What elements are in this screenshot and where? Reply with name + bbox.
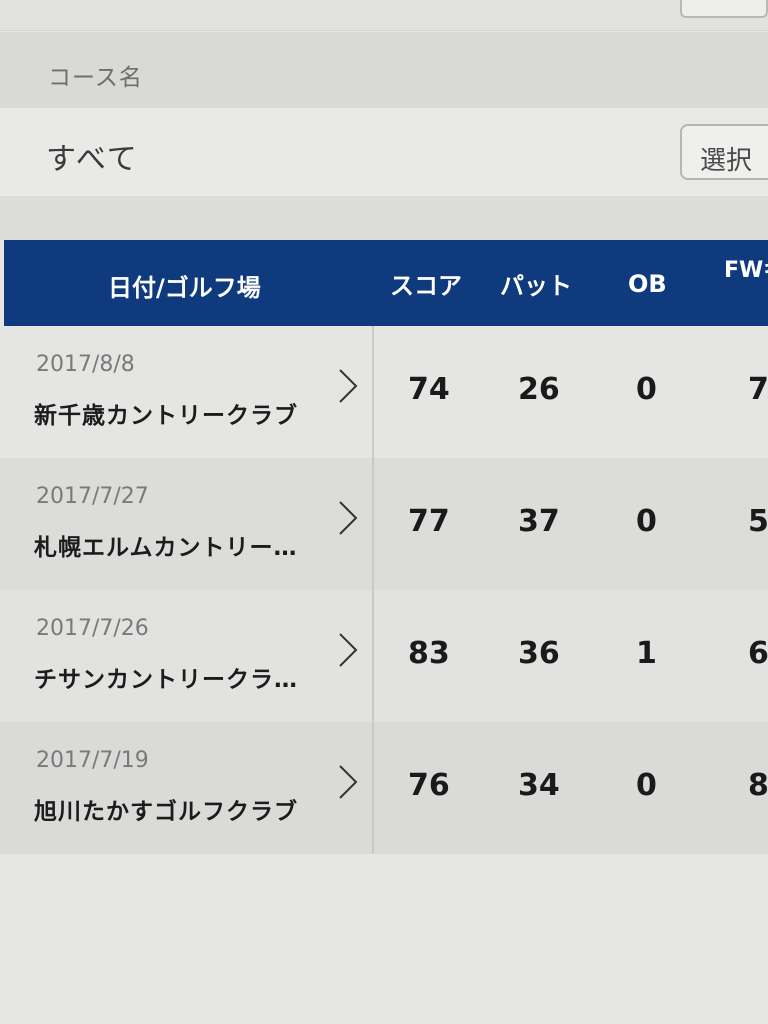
previous-filter-row bbox=[0, 0, 768, 31]
round-score: 83 bbox=[408, 636, 450, 671]
round-putt: 26 bbox=[518, 372, 560, 407]
round-date: 2017/7/27 bbox=[36, 484, 149, 509]
table-row[interactable]: 2017/7/19 旭川たかすゴルフクラブ 76 34 0 8 bbox=[0, 722, 768, 855]
previous-select-button[interactable] bbox=[680, 0, 768, 18]
chevron-right-icon[interactable] bbox=[330, 630, 364, 670]
header-date-course[interactable]: 日付/ゴルフ場 bbox=[108, 268, 261, 303]
round-score: 76 bbox=[408, 768, 450, 803]
golf-score-list-screen: コース名 すべて 選択 日付/ゴルフ場 スコア パット OB FWキープ率 20… bbox=[0, 0, 768, 1024]
round-putt: 36 bbox=[518, 636, 560, 671]
round-ob: 1 bbox=[636, 636, 657, 671]
course-filter-value: すべて bbox=[46, 142, 139, 177]
round-ob: 0 bbox=[636, 768, 657, 803]
header-score[interactable]: スコア bbox=[390, 266, 462, 301]
round-score: 74 bbox=[408, 372, 450, 407]
table-header: 日付/ゴルフ場 スコア パット OB FWキープ率 bbox=[4, 240, 768, 326]
table-row[interactable]: 2017/7/27 札幌エルムカントリー… 77 37 0 5 bbox=[0, 458, 768, 591]
table-row[interactable]: 2017/7/26 チサンカントリークラ… 83 36 1 6 bbox=[0, 590, 768, 723]
chevron-right-icon[interactable] bbox=[330, 498, 364, 538]
section-spacer bbox=[0, 196, 768, 240]
round-ob: 0 bbox=[636, 372, 657, 407]
round-fw: 5 bbox=[748, 504, 768, 539]
round-putt: 37 bbox=[518, 504, 560, 539]
empty-area bbox=[0, 854, 768, 1024]
round-date: 2017/7/19 bbox=[36, 748, 149, 773]
round-course-name: 札幌エルムカントリー… bbox=[34, 535, 298, 561]
round-course-name: チサンカントリークラ… bbox=[34, 667, 298, 693]
round-score: 77 bbox=[408, 504, 450, 539]
round-putt: 34 bbox=[518, 768, 560, 803]
header-fw-keep-rate[interactable]: FWキープ率 bbox=[724, 256, 768, 286]
chevron-right-icon[interactable] bbox=[330, 762, 364, 802]
course-filter-label: コース名 bbox=[48, 65, 143, 91]
round-ob: 0 bbox=[636, 504, 657, 539]
round-date: 2017/8/8 bbox=[36, 352, 135, 377]
header-ob[interactable]: OB bbox=[628, 270, 667, 298]
chevron-right-icon[interactable] bbox=[330, 366, 364, 406]
table-row[interactable]: 2017/8/8 新千歳カントリークラブ 74 26 0 7 bbox=[0, 326, 768, 459]
round-date: 2017/7/26 bbox=[36, 616, 149, 641]
round-course-name: 旭川たかすゴルフクラブ bbox=[34, 799, 298, 825]
course-select-button[interactable]: 選択 bbox=[680, 124, 768, 180]
round-fw: 7 bbox=[748, 372, 768, 407]
header-putt[interactable]: パット bbox=[500, 266, 572, 301]
round-course-name: 新千歳カントリークラブ bbox=[34, 403, 298, 429]
round-fw: 8 bbox=[748, 768, 768, 803]
column-divider bbox=[372, 326, 374, 854]
round-fw: 6 bbox=[748, 636, 768, 671]
